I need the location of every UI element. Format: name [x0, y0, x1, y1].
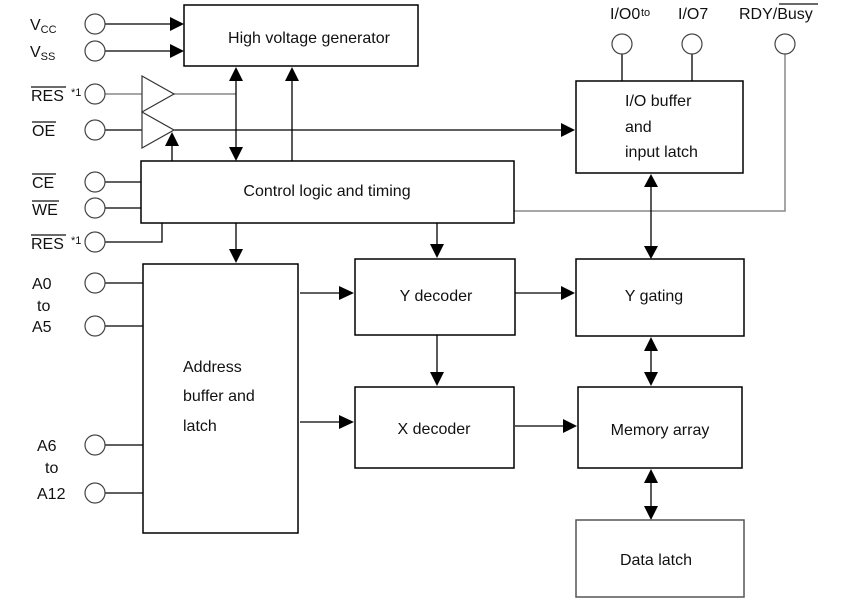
y-gating-label: Y gating	[625, 288, 683, 305]
hv-generator-block: High voltage generator	[183, 4, 419, 67]
label-a0-to: to	[37, 298, 50, 315]
arrowhead-to-io-up	[644, 174, 658, 187]
y-gating-block: Y gating	[575, 258, 745, 337]
arrowhead-to-ygating-down	[644, 246, 658, 259]
pin-a0	[84, 272, 106, 294]
label-vcc: VCC	[30, 17, 57, 36]
pin-io0	[611, 33, 633, 55]
res-input-buffer	[141, 74, 176, 114]
wire-res-bottom	[105, 223, 163, 243]
arrowhead-to-datalatch	[644, 506, 658, 520]
y-decoder-label: Y decoder	[400, 288, 473, 305]
label-we: WE	[32, 202, 58, 219]
label-res-bottom: RES	[31, 236, 64, 253]
arrowhead-to-hv-2	[285, 67, 299, 81]
address-buffer-label-line1: Address	[183, 359, 242, 376]
x-decoder-label: X decoder	[398, 421, 472, 438]
data-latch-block: Data latch	[575, 519, 745, 598]
label-a6: A6	[37, 438, 57, 455]
note-res-top: *1	[71, 87, 81, 99]
data-latch-label: Data latch	[620, 552, 692, 569]
note-res-bottom: *1	[71, 235, 81, 247]
arrowhead-ydec-to-xdec	[430, 372, 444, 386]
io-buffer-label-line3: input latch	[625, 144, 698, 161]
label-res-top: RES	[31, 88, 64, 105]
label-a12: A12	[37, 486, 66, 503]
pin-a6	[84, 434, 106, 456]
address-buffer-label-line3: latch	[183, 418, 217, 435]
address-buffer-block: Address buffer and latch	[142, 263, 299, 534]
pin-res-bottom	[84, 231, 106, 253]
arrowhead-to-xdecoder	[339, 415, 354, 429]
label-a6-to: to	[45, 460, 58, 477]
pin-res-top	[84, 83, 106, 105]
label-io-to: to	[641, 7, 650, 19]
pin-ce	[84, 171, 106, 193]
arrowhead-to-memory	[563, 419, 577, 433]
pin-io7	[681, 33, 703, 55]
control-logic-label: Control logic and timing	[243, 183, 410, 200]
label-busy: Busy	[777, 6, 813, 23]
arrowhead-vss	[170, 44, 184, 58]
arrowhead-to-address	[229, 249, 243, 263]
label-rdy: RDY/Busy	[739, 6, 813, 23]
arrowhead-to-memory-down	[644, 372, 658, 386]
label-oe: OE	[32, 123, 55, 140]
y-decoder-block: Y decoder	[354, 258, 516, 336]
io-buffer-label-line2: and	[625, 119, 652, 136]
arrowhead-to-hv-1	[229, 67, 243, 81]
label-io7: I/O7	[678, 6, 708, 23]
io-buffer-label-line1: I/O buffer	[625, 93, 692, 110]
block-diagram: High voltage generator Control logic and…	[30, 3, 818, 598]
arrowhead-to-control	[229, 147, 243, 161]
arrowhead-to-ydecoder-top	[430, 244, 444, 258]
memory-array-label: Memory array	[611, 422, 710, 439]
label-io0: I/O0	[610, 6, 640, 23]
arrowhead-to-ygating-up	[644, 337, 658, 351]
x-decoder-block: X decoder	[354, 386, 515, 469]
control-logic-block: Control logic and timing	[140, 160, 515, 224]
arrowhead-to-ydecoder	[339, 286, 354, 300]
hv-generator-label: High voltage generator	[228, 30, 391, 47]
pin-oe	[84, 119, 106, 141]
address-buffer-label-line2: buffer and	[183, 388, 255, 405]
pin-we	[84, 197, 106, 219]
arrowhead-to-memory-up	[644, 469, 658, 483]
label-a0: A0	[32, 276, 52, 293]
label-vss: VSS	[30, 44, 55, 63]
label-a5: A5	[32, 319, 52, 336]
pin-a5	[84, 315, 106, 337]
pin-vss	[84, 40, 106, 62]
arrowhead-to-ygating	[561, 286, 575, 300]
pin-rdy-busy	[774, 33, 796, 55]
arrowhead-vcc	[170, 17, 184, 31]
pin-vcc	[84, 13, 106, 35]
label-ce: CE	[32, 175, 54, 192]
arrowhead-to-io	[561, 123, 575, 137]
pin-a12	[84, 482, 106, 504]
io-buffer-block: I/O buffer and input latch	[575, 80, 744, 174]
memory-array-block: Memory array	[577, 386, 743, 469]
